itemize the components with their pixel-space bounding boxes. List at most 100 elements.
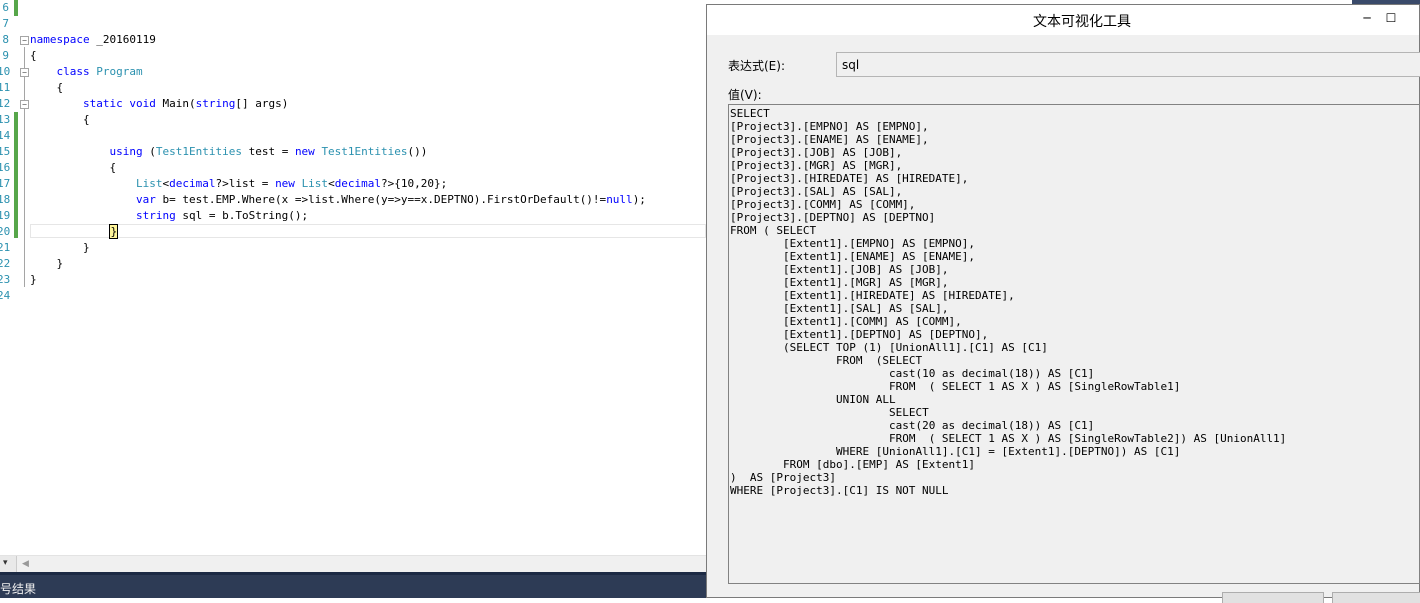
line-number: 7 (2, 17, 9, 30)
code-line[interactable]: 17 List<decimal?>list = new List<decimal… (0, 176, 706, 192)
line-number: 17 (0, 177, 11, 190)
code-line[interactable]: 15 using (Test1Entities test = new Test1… (0, 144, 706, 160)
code-text: { (30, 80, 63, 96)
code-line[interactable]: 13 { (0, 112, 706, 128)
code-token: ( (142, 145, 156, 158)
code-line[interactable]: 11 { (0, 80, 706, 96)
code-line[interactable]: 12− static void Main(string[] args) (0, 96, 706, 112)
code-token: sql = b.ToString(); (175, 209, 309, 222)
line-number: 19 (0, 209, 11, 222)
code-token: namespace (30, 33, 90, 46)
code-token: } (30, 241, 90, 254)
code-token: class (56, 65, 90, 78)
line-number: 16 (0, 161, 11, 174)
code-token: [] args) (235, 97, 289, 110)
dialog-title: 文本可视化工具 (1033, 14, 1131, 30)
code-line[interactable]: 7 (0, 16, 706, 32)
code-line[interactable]: 19 string sql = b.ToString(); (0, 208, 706, 224)
scroll-left-icon[interactable]: ◀ (22, 559, 29, 569)
line-number: 9 (2, 49, 9, 62)
code-line[interactable]: 10− class Program (0, 64, 706, 80)
value-textbox[interactable]: SELECT [Project3].[EMPNO] AS [EMPNO], [P… (728, 104, 1420, 584)
line-number: 15 (0, 145, 11, 158)
code-text: } (30, 256, 63, 272)
minimize-button[interactable]: ─ (1355, 7, 1379, 29)
code-token: } (109, 224, 119, 239)
horizontal-scrollbar[interactable]: ▾ ◀ (0, 555, 706, 572)
code-token: new (294, 145, 315, 158)
zoom-dropdown[interactable]: ▾ (0, 556, 17, 572)
code-text: string sql = b.ToString(); (30, 208, 308, 224)
code-token: decimal (169, 177, 216, 190)
collapse-icon[interactable]: − (20, 100, 29, 109)
code-token: string (135, 209, 176, 222)
line-number: 21 (0, 241, 11, 254)
code-token: ); (632, 193, 646, 206)
code-token: static (82, 97, 123, 110)
code-token: List (301, 177, 329, 190)
code-token: { (30, 113, 90, 126)
code-text: } (30, 272, 37, 288)
code-text: { (30, 160, 116, 176)
text-visualizer-dialog: 文本可视化工具 ─ ☐ 表达式(E): sql 值(V): SELECT [Pr… (706, 4, 1420, 603)
code-token: ()) (407, 145, 428, 158)
code-text: namespace _20160119 (30, 32, 156, 48)
code-text: var b= test.EMP.Where(x =>list.Where(y=>… (30, 192, 646, 208)
code-token: string (195, 97, 236, 110)
line-number: 18 (0, 193, 11, 206)
code-token: using (109, 145, 143, 158)
code-line[interactable]: 20 } (0, 224, 706, 240)
code-token: void (129, 97, 156, 110)
code-token: } (30, 273, 37, 286)
maximize-button[interactable]: ☐ (1379, 7, 1403, 29)
collapse-icon[interactable]: − (20, 36, 29, 45)
expression-field[interactable]: sql (836, 52, 1420, 77)
code-text: List<decimal?>list = new List<decimal?>{… (30, 176, 447, 192)
dialog-titlebar[interactable]: 文本可视化工具 ─ ☐ (707, 5, 1419, 35)
code-line[interactable]: 6 (0, 0, 706, 16)
code-text: using (Test1Entities test = new Test1Ent… (30, 144, 427, 160)
code-line[interactable]: 24 (0, 288, 706, 304)
code-line[interactable]: 21 } (0, 240, 706, 256)
code-token: List (135, 177, 163, 190)
code-text: } (30, 240, 90, 256)
code-text: } (30, 224, 119, 240)
line-number: 11 (0, 81, 11, 94)
expression-label: 表达式(E): (728, 59, 785, 73)
code-line[interactable]: 14 (0, 128, 706, 144)
line-number: 14 (0, 129, 11, 142)
line-number: 8 (2, 33, 9, 46)
code-token: ?>list = (215, 177, 276, 190)
code-line[interactable]: 8 − namespace _20160119 (0, 32, 706, 48)
line-number: 24 (0, 289, 11, 302)
code-token: var (135, 193, 156, 206)
code-line[interactable]: 23} (0, 272, 706, 288)
code-token: Test1Entities (155, 145, 242, 158)
code-token: test = (241, 145, 295, 158)
output-tab-label[interactable]: 号结果 (0, 580, 36, 597)
code-text: { (30, 48, 37, 64)
bottom-panel-bar: 号结果 (0, 572, 706, 598)
value-label: 值(V): (728, 88, 762, 102)
collapse-icon[interactable]: − (20, 68, 29, 77)
code-token: { (30, 81, 64, 94)
code-token: ?>{10,20}; (381, 177, 448, 190)
code-token: } (30, 257, 64, 270)
code-line[interactable]: 22 } (0, 256, 706, 272)
code-editor[interactable]: 6 7 8− namespace _20160119 9{10− class Progr… (0, 0, 706, 555)
code-line[interactable]: 18 var b= test.EMP.Where(x =>list.Where(… (0, 192, 706, 208)
code-line[interactable]: 16 { (0, 160, 706, 176)
code-token: _20160119 (89, 33, 156, 46)
code-text: { (30, 112, 90, 128)
code-line[interactable]: 9{ (0, 48, 706, 64)
code-text: static void Main(string[] args) (30, 96, 288, 112)
code-token: { (30, 161, 117, 174)
line-number: 10 (0, 65, 11, 78)
